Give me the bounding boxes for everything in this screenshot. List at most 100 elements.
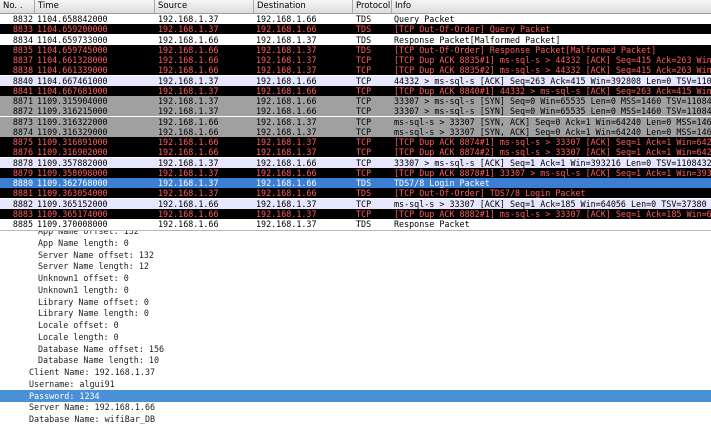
packet-row[interactable]: 8837 1104.661328000 192.168.1.66 192.168.1.… bbox=[0, 55, 711, 65]
packet-row[interactable]: 8882 1109.365152000 192.168.1.66 192.168.1.… bbox=[0, 198, 711, 209]
packet-cell-no: 8835 bbox=[12, 44, 33, 55]
detail-row[interactable]: Client Name: 192.168.1.37 bbox=[0, 366, 711, 378]
packet-cell-src: 192.168.1.37 bbox=[158, 24, 219, 35]
packet-row[interactable]: 8835 1104.659745000 192.168.1.66 192.168.1.… bbox=[0, 44, 711, 55]
column-header-destination[interactable]: Destination bbox=[254, 0, 353, 13]
packet-cell-proto: TCP bbox=[356, 147, 372, 158]
packet-cell-time: 1109.363054000 bbox=[37, 188, 108, 199]
packet-cell-info: 33307 > ms-sql-s [SYN] Seq=0 Win=65535 L… bbox=[394, 96, 711, 106]
packet-cell-proto: TCP bbox=[356, 55, 372, 65]
packet-cell-dst: 192.168.1.66 bbox=[256, 157, 317, 168]
packet-cell-time: 1109.316329000 bbox=[37, 126, 108, 137]
packet-row[interactable]: 8883 1109.365174000 192.168.1.66 192.168.1.… bbox=[0, 208, 711, 219]
packet-cell-src: 192.168.1.66 bbox=[158, 44, 219, 55]
detail-row[interactable]: Username: algui91 bbox=[0, 378, 711, 390]
packet-cell-proto: TCP bbox=[356, 137, 372, 147]
packet-cell-no: 8875 bbox=[12, 137, 33, 147]
packet-cell-time: 1109.316215000 bbox=[37, 106, 108, 117]
packet-cell-proto: TCP bbox=[356, 106, 372, 117]
packet-cell-no: 8841 bbox=[12, 85, 33, 96]
packet-cell-proto: TCP bbox=[356, 167, 372, 178]
detail-row[interactable]: Server Name: 192.168.1.66 bbox=[0, 401, 711, 413]
packet-row[interactable]: 8874 1109.316329000 192.168.1.66 192.168.1.… bbox=[0, 126, 711, 137]
packet-cell-proto: TDS bbox=[356, 24, 372, 35]
packet-row[interactable]: 8871 1109.315904000 192.168.1.37 192.168.1.… bbox=[0, 96, 711, 106]
packet-cell-src: 192.168.1.37 bbox=[158, 75, 219, 86]
packet-cell-time: 1104.659745000 bbox=[37, 44, 108, 55]
packet-row[interactable]: 8880 1109.362768000 192.168.1.37 192.168.1.… bbox=[0, 178, 711, 188]
packet-cell-dst: 192.168.1.66 bbox=[256, 167, 317, 178]
packet-row[interactable]: 8833 1104.659200000 192.168.1.37 192.168.1.… bbox=[0, 24, 711, 35]
packet-cell-info: Response Packet bbox=[394, 219, 470, 229]
packet-cell-info: [TCP Dup ACK 8878#1] 33307 > ms-sql-s [A… bbox=[394, 167, 711, 178]
packet-row[interactable]: 8840 1104.667461000 192.168.1.37 192.168.1.… bbox=[0, 75, 711, 86]
detail-row[interactable]: Server Name length: 12 bbox=[0, 260, 711, 272]
packet-list-pane[interactable]: No. . Time Source Destination Protocol I… bbox=[0, 0, 711, 229]
packet-details-pane[interactable]: App Name offset: 132 App Name length: 0 Se… bbox=[0, 230, 711, 430]
detail-row[interactable]: Locale length: 0 bbox=[0, 331, 711, 343]
packet-cell-info: [TCP Out-Of-Order] Response Packet[Malfo… bbox=[394, 44, 657, 55]
packet-cell-info: [TCP Dup ACK 8874#1] ms-sql-s > 33307 [A… bbox=[394, 137, 711, 147]
column-header-no[interactable]: No. . bbox=[0, 0, 35, 13]
packet-row[interactable]: 8879 1109.358098000 192.168.1.37 192.168.1.… bbox=[0, 167, 711, 178]
packet-cell-no: 8873 bbox=[12, 116, 33, 127]
packet-cell-src: 192.168.1.66 bbox=[158, 34, 219, 45]
packet-cell-src: 192.168.1.66 bbox=[158, 208, 219, 219]
packet-cell-info: [TCP Out-Of-Order] Query Packet bbox=[394, 24, 551, 35]
detail-row[interactable]: Locale offset: 0 bbox=[0, 319, 711, 331]
column-header-time[interactable]: Time bbox=[35, 0, 155, 13]
packet-row[interactable]: 8881 1109.363054000 192.168.1.37 192.168.1.… bbox=[0, 188, 711, 199]
packet-row[interactable]: 8841 1104.667681000 192.168.1.37 192.168.1.… bbox=[0, 85, 711, 96]
packet-cell-info: ms-sql-s > 33307 [SYN, ACK] Seq=0 Ack=1 … bbox=[394, 116, 711, 127]
column-header-info[interactable]: Info bbox=[392, 0, 711, 13]
detail-row[interactable]: Database Name offset: 156 bbox=[0, 343, 711, 355]
detail-row[interactable]: Library Name offset: 0 bbox=[0, 296, 711, 308]
detail-row[interactable]: Database Name: wifiBar_DB bbox=[0, 413, 711, 425]
packet-cell-dst: 192.168.1.66 bbox=[256, 14, 317, 24]
detail-row[interactable]: Library Name length: 0 bbox=[0, 307, 711, 319]
packet-cell-info: [TCP Dup ACK 8835#1] ms-sql-s > 44332 [A… bbox=[394, 55, 711, 65]
packet-cell-src: 192.168.1.37 bbox=[158, 106, 219, 117]
packet-cell-dst: 192.168.1.37 bbox=[256, 44, 317, 55]
detail-row[interactable]: Unknown1 length: 0 bbox=[0, 284, 711, 296]
packet-row[interactable]: 8838 1104.661339000 192.168.1.66 192.168.1.… bbox=[0, 65, 711, 76]
packet-cell-proto: TCP bbox=[356, 157, 372, 168]
packet-cell-proto: TCP bbox=[356, 208, 372, 219]
packet-cell-dst: 192.168.1.66 bbox=[256, 188, 317, 199]
packet-cell-time: 1104.659733000 bbox=[37, 34, 108, 45]
packet-cell-dst: 192.168.1.37 bbox=[256, 116, 317, 127]
column-header-protocol[interactable]: Protocol bbox=[353, 0, 392, 13]
packet-cell-proto: TCP bbox=[356, 116, 372, 127]
packet-cell-time: 1109.370008000 bbox=[37, 219, 108, 229]
packet-cell-proto: TCP bbox=[356, 85, 372, 96]
packet-cell-no: 8876 bbox=[12, 147, 33, 158]
packet-cell-src: 192.168.1.66 bbox=[158, 219, 219, 229]
packet-row[interactable]: 8876 1109.316902000 192.168.1.66 192.168.1.… bbox=[0, 147, 711, 158]
detail-row[interactable]: Database Name length: 10 bbox=[0, 354, 711, 366]
packet-cell-no: 8880 bbox=[12, 178, 33, 188]
detail-row[interactable]: Server Name offset: 132 bbox=[0, 249, 711, 261]
packet-cell-dst: 192.168.1.66 bbox=[256, 178, 317, 188]
packet-cell-dst: 192.168.1.37 bbox=[256, 219, 317, 229]
packet-cell-time: 1109.316902000 bbox=[37, 147, 108, 158]
packet-cell-src: 192.168.1.66 bbox=[158, 126, 219, 137]
packet-row[interactable]: 8875 1109.316891000 192.168.1.66 192.168.1.… bbox=[0, 137, 711, 147]
packet-cell-time: 1109.316891000 bbox=[37, 137, 108, 147]
detail-row[interactable]: Unknown1 offset: 0 bbox=[0, 272, 711, 284]
detail-row-selected[interactable]: Password: 1234 bbox=[0, 389, 711, 402]
packet-cell-dst: 192.168.1.66 bbox=[256, 106, 317, 117]
packet-cell-proto: TDS bbox=[356, 178, 372, 188]
packet-row[interactable]: 8873 1109.316322000 192.168.1.66 192.168.1.… bbox=[0, 116, 711, 127]
packet-cell-time: 1109.315904000 bbox=[37, 96, 108, 106]
packet-row[interactable]: 8834 1104.659733000 192.168.1.66 192.168.1.… bbox=[0, 34, 711, 45]
column-header-source[interactable]: Source bbox=[155, 0, 254, 13]
packet-row[interactable]: 8872 1109.316215000 192.168.1.37 192.168.1.… bbox=[0, 106, 711, 117]
packet-row[interactable]: 8878 1109.357882000 192.168.1.37 192.168.1.… bbox=[0, 157, 711, 168]
packet-cell-info: ms-sql-s > 33307 [SYN, ACK] Seq=0 Ack=1 … bbox=[394, 126, 711, 137]
packet-cell-dst: 192.168.1.37 bbox=[256, 55, 317, 65]
detail-row[interactable]: App Name length: 0 bbox=[0, 237, 711, 249]
packet-row[interactable]: 8832 1104.658842000 192.168.1.37 192.168.1.… bbox=[0, 14, 711, 24]
packet-cell-src: 192.168.1.37 bbox=[158, 96, 219, 106]
packet-cell-src: 192.168.1.66 bbox=[158, 65, 219, 76]
packet-cell-no: 8840 bbox=[12, 75, 33, 86]
